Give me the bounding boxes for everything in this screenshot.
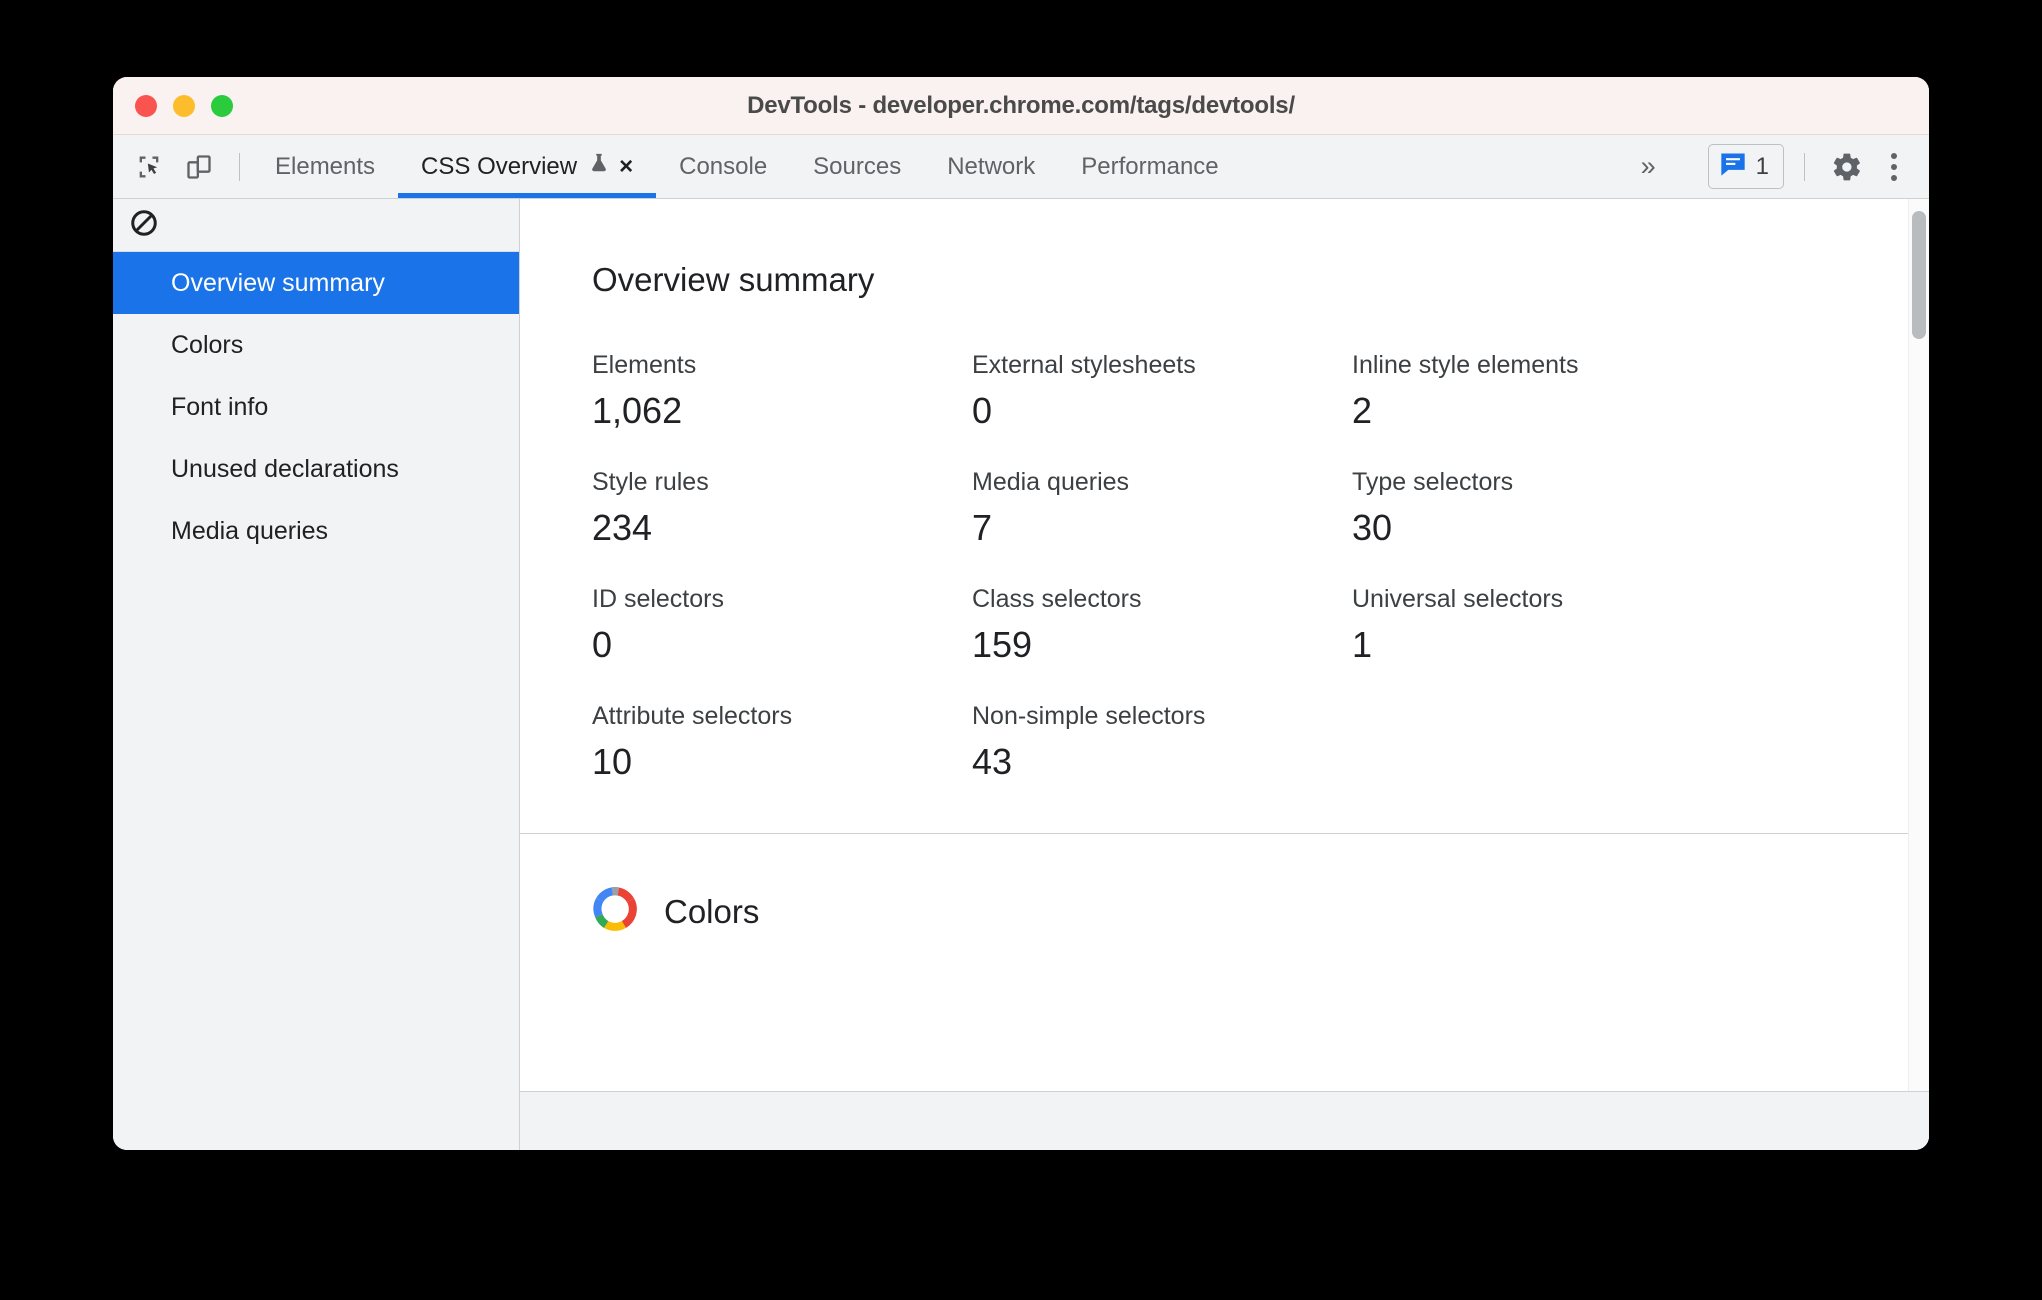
sidebar-item-font-info[interactable]: Font info [113, 376, 519, 438]
stat-non-simple-selectors: Non-simple selectors 43 [972, 702, 1332, 783]
panel-tabs: Elements CSS Overview × Console Sources [252, 135, 1242, 198]
toolbar-right-actions: » 1 [1627, 135, 1929, 198]
tab-label: Console [679, 152, 768, 180]
scrollbar-thumb[interactable] [1912, 211, 1926, 339]
stat-label: Class selectors [972, 585, 1142, 613]
content-inner: Overview summary Elements 1,062 External… [520, 199, 1929, 977]
content-scrollbar[interactable] [1908, 199, 1929, 1091]
color-wheel-icon [592, 886, 638, 937]
css-overview-content: Overview summary Elements 1,062 External… [520, 199, 1929, 1150]
stat-value: 0 [592, 624, 613, 665]
tab-network[interactable]: Network [924, 135, 1058, 198]
stat-id-selectors: ID selectors 0 [592, 585, 952, 666]
sidebar-item-media-queries[interactable]: Media queries [113, 500, 519, 562]
window-controls [135, 94, 233, 117]
inspect-cursor-icon[interactable] [127, 145, 171, 189]
devtools-toolbar: Elements CSS Overview × Console Sources [113, 135, 1929, 199]
summary-stats-grid: Elements 1,062 External stylesheets 0 In… [592, 351, 1712, 783]
stat-label: Non-simple selectors [972, 702, 1206, 730]
stat-label: Elements [592, 351, 697, 379]
colors-section-title: Colors [664, 892, 760, 930]
stat-label: Universal selectors [1352, 585, 1564, 613]
sidebar-item-unused-declarations[interactable]: Unused declarations [113, 438, 519, 500]
stat-label: Type selectors [1352, 468, 1514, 496]
sidebar-item-colors[interactable]: Colors [113, 314, 519, 376]
sidebar-item-label: Colors [171, 330, 244, 359]
stat-value: 1,062 [592, 390, 683, 431]
tab-elements[interactable]: Elements [252, 135, 398, 198]
stat-label: Media queries [972, 468, 1130, 496]
stat-label: External stylesheets [972, 351, 1196, 379]
tab-sources[interactable]: Sources [790, 135, 924, 198]
stat-value: 43 [972, 741, 1013, 782]
console-message-icon [1719, 151, 1747, 182]
chevron-double-right-icon[interactable]: » [1627, 153, 1670, 180]
console-message-badge[interactable]: 1 [1707, 144, 1784, 189]
stat-value: 0 [972, 390, 993, 431]
sidebar-item-list: Overview summary Colors Font info Unused… [113, 252, 519, 562]
toolbar-left-actions [113, 135, 252, 198]
sidebar-toolbar [113, 199, 519, 252]
experiment-flask-icon [588, 151, 610, 182]
stat-class-selectors: Class selectors 159 [972, 585, 1332, 666]
tab-label: Performance [1081, 152, 1219, 180]
zoom-window-button[interactable] [211, 94, 233, 117]
window-titlebar: DevTools - developer.chrome.com/tags/dev… [113, 77, 1929, 135]
sidebar-item-label: Font info [171, 392, 269, 421]
device-toolbar-icon[interactable] [177, 145, 221, 189]
stat-label: Style rules [592, 468, 709, 496]
stat-inline-style-elements: Inline style elements 2 [1352, 351, 1712, 432]
stat-elements: Elements 1,062 [592, 351, 952, 432]
overview-summary-section: Overview summary Elements 1,062 External… [520, 199, 1929, 834]
colors-section: Colors [520, 834, 1929, 977]
stat-universal-selectors: Universal selectors 1 [1352, 585, 1712, 666]
stat-label: ID selectors [592, 585, 724, 613]
stat-external-stylesheets: External stylesheets 0 [972, 351, 1332, 432]
sidebar-item-label: Overview summary [171, 268, 385, 297]
close-window-button[interactable] [135, 94, 157, 117]
stat-label: Attribute selectors [592, 702, 793, 730]
gear-icon[interactable] [1825, 145, 1869, 189]
stat-style-rules: Style rules 234 [592, 468, 952, 549]
sidebar-item-label: Media queries [171, 516, 329, 545]
close-tab-button[interactable]: × [619, 154, 633, 179]
tab-label: CSS Overview [421, 152, 578, 180]
kebab-menu-icon[interactable] [1877, 152, 1911, 181]
devtools-body: Overview summary Colors Font info Unused… [113, 199, 1929, 1150]
stat-value: 1 [1352, 624, 1373, 665]
window-title: DevTools - developer.chrome.com/tags/dev… [747, 91, 1295, 119]
stat-media-queries: Media queries 7 [972, 468, 1332, 549]
css-overview-sidebar: Overview summary Colors Font info Unused… [113, 199, 520, 1150]
screenshot-root: DevTools - developer.chrome.com/tags/dev… [0, 0, 2042, 1300]
stat-value: 2 [1352, 390, 1373, 431]
toolbar-divider-right [1804, 152, 1805, 181]
message-count: 1 [1755, 152, 1769, 180]
stat-type-selectors: Type selectors 30 [1352, 468, 1712, 549]
tab-performance[interactable]: Performance [1058, 135, 1241, 198]
stat-attribute-selectors: Attribute selectors 10 [592, 702, 952, 783]
stat-value: 10 [592, 741, 633, 782]
tab-label: Network [947, 152, 1036, 180]
content-scroll-area: Overview summary Elements 1,062 External… [520, 199, 1929, 1091]
devtools-window: DevTools - developer.chrome.com/tags/dev… [113, 77, 1929, 1150]
no-entry-clear-icon[interactable] [129, 208, 159, 243]
stat-value: 234 [592, 507, 653, 548]
stat-value: 30 [1352, 507, 1393, 548]
toolbar-divider [239, 152, 240, 181]
page-title: Overview summary [592, 261, 875, 298]
minimize-window-button[interactable] [173, 94, 195, 117]
sidebar-item-overview-summary[interactable]: Overview summary [113, 252, 519, 314]
sidebar-item-label: Unused declarations [171, 454, 399, 483]
stat-label: Inline style elements [1352, 351, 1579, 379]
tab-label: Sources [813, 152, 902, 180]
tab-console[interactable]: Console [656, 135, 790, 198]
stat-value: 159 [972, 624, 1033, 665]
tab-css-overview[interactable]: CSS Overview × [398, 135, 657, 198]
content-footer-bar [520, 1091, 1929, 1150]
tab-label: Elements [275, 152, 376, 180]
stat-value: 7 [972, 507, 993, 548]
